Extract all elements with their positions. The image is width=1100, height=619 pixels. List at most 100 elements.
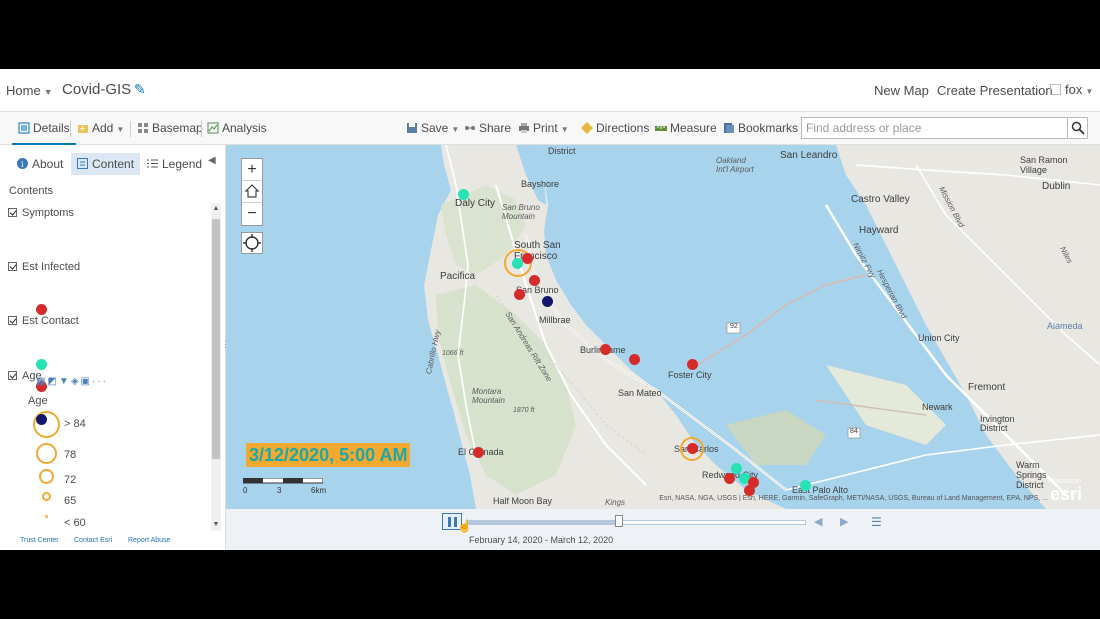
table-icon[interactable]: ▦ xyxy=(36,376,47,387)
divider xyxy=(130,121,131,137)
map-view[interactable]: 92 84 District Oakland Int'l Airport San… xyxy=(226,145,1100,509)
checkbox-icon[interactable] xyxy=(8,371,17,380)
tab-legend[interactable]: Legend xyxy=(141,153,208,175)
home-icon xyxy=(244,184,260,198)
analysis-label: Analysis xyxy=(222,121,267,135)
place-label: San Mateo xyxy=(618,388,662,398)
symptoms-point[interactable] xyxy=(629,354,640,365)
contact-swatch xyxy=(36,414,47,425)
symptoms-point[interactable] xyxy=(687,443,698,454)
analysis-button[interactable]: Analysis xyxy=(207,121,267,135)
tab-about[interactable]: i About xyxy=(11,153,69,175)
filter-icon[interactable]: ▼ xyxy=(59,376,71,387)
symptoms-point[interactable] xyxy=(529,275,540,286)
layer-symptoms[interactable]: Symptoms xyxy=(8,207,74,219)
svg-text:i: i xyxy=(21,160,24,169)
print-button[interactable]: Print ▼ xyxy=(518,121,569,135)
report-abuse-link[interactable]: Report Abuse xyxy=(128,537,170,544)
toolbar: Details + Add ▼ Basemap Analysis Save ▼ Sha… xyxy=(0,111,1100,145)
search-icon xyxy=(1071,121,1085,135)
age-class-label: 72 xyxy=(64,474,77,486)
home-menu[interactable]: Home ▼ xyxy=(6,83,53,98)
symptoms-point[interactable] xyxy=(600,344,611,355)
search-input[interactable]: Find address or place xyxy=(801,117,1068,139)
home-extent-button[interactable] xyxy=(242,181,262,203)
scroll-up-icon[interactable]: ▲ xyxy=(212,205,220,212)
popup-icon[interactable]: ▣ xyxy=(81,376,92,387)
symptoms-point[interactable] xyxy=(687,359,698,370)
next-step-icon[interactable]: ▶ xyxy=(840,515,848,528)
contact-esri-link[interactable]: Contact Esri xyxy=(74,537,112,544)
save-button[interactable]: Save ▼ xyxy=(406,121,459,135)
search-button[interactable] xyxy=(1067,117,1088,139)
layer-est-infected[interactable]: Est Infected xyxy=(8,261,80,273)
add-label: Add xyxy=(92,121,114,135)
scroll-down-icon[interactable]: ▼ xyxy=(212,521,220,528)
scale-label: 6km xyxy=(311,486,327,495)
more-icon[interactable]: ··· xyxy=(92,376,108,387)
top-header: Home ▼ Covid-GIS ✎ New Map Create Present… xyxy=(0,69,1100,111)
home-label: Home xyxy=(6,83,41,98)
checkbox-icon[interactable] xyxy=(8,208,17,217)
analysis-icon[interactable]: ◈ xyxy=(71,376,81,387)
layer-est-contact[interactable]: Est Contact xyxy=(8,315,79,327)
place-label: Millbrae xyxy=(539,315,571,325)
create-presentation-link[interactable]: Create Presentation xyxy=(937,83,1053,98)
style-icon[interactable]: ◩ xyxy=(47,376,58,387)
place-label: Dublin xyxy=(1042,181,1071,192)
place-label: Newark xyxy=(922,402,953,412)
details-button[interactable]: Details xyxy=(12,119,76,145)
route-label: 84 xyxy=(850,428,858,435)
share-label: Share xyxy=(479,121,512,135)
tab-content[interactable]: Content xyxy=(71,153,141,175)
chevron-down-icon: ▼ xyxy=(451,125,460,134)
details-icon xyxy=(18,122,30,134)
symptoms-point[interactable] xyxy=(724,473,735,484)
symptoms-point[interactable] xyxy=(473,447,484,458)
zoom-out-button[interactable]: − xyxy=(242,203,262,225)
time-slider-track[interactable] xyxy=(466,520,806,525)
directions-button[interactable]: Directions xyxy=(581,121,649,135)
time-settings-icon[interactable]: ☰ xyxy=(871,515,882,529)
locate-button[interactable] xyxy=(241,232,263,254)
content-icon xyxy=(77,158,88,169)
time-slider: ◀ ▶ ☰ February 14, 2020 - March 12, 2020… xyxy=(226,509,1100,550)
scroll-thumb[interactable] xyxy=(212,219,220,459)
layer-scrollbar[interactable]: ▲ ▼ xyxy=(211,203,221,531)
zoom-in-button[interactable]: + xyxy=(242,159,262,181)
checkbox-icon[interactable] xyxy=(8,262,17,271)
contact-point[interactable] xyxy=(542,296,553,307)
esri-logo[interactable]: POWERED BY esri xyxy=(1048,479,1092,505)
place-label: Hayward xyxy=(859,225,899,236)
age-class-label: < 60 xyxy=(64,517,86,529)
symptoms-point[interactable] xyxy=(522,253,533,264)
time-slider-thumb[interactable] xyxy=(615,515,623,527)
layer-name: Est Contact xyxy=(22,315,79,327)
age-ring-60 xyxy=(45,515,48,518)
infected-point[interactable] xyxy=(731,463,742,474)
infected-swatch xyxy=(36,359,47,370)
bookmarks-button[interactable]: Bookmarks xyxy=(723,121,798,135)
route-label: 92 xyxy=(730,323,738,330)
map-attribution[interactable]: Esri, NASA, NGA, USGS | Esri, HERE, Garm… xyxy=(659,495,1048,502)
measure-button[interactable]: Measure xyxy=(655,121,717,135)
divider xyxy=(70,121,71,137)
add-button[interactable]: + Add ▼ xyxy=(77,121,124,135)
infected-point[interactable] xyxy=(458,189,469,200)
app-frame: Home ▼ Covid-GIS ✎ New Map Create Present… xyxy=(0,69,1100,550)
share-button[interactable]: Share xyxy=(464,121,511,135)
place-label: Oakland Int'l Airport xyxy=(716,156,754,174)
age-ring-78 xyxy=(36,443,57,464)
edit-pencil-icon[interactable]: ✎ xyxy=(134,81,146,98)
infected-point[interactable] xyxy=(800,480,811,491)
user-menu[interactable]: fox ▼ xyxy=(1050,82,1093,97)
trust-center-link[interactable]: Trust Center xyxy=(20,537,59,544)
previous-step-icon[interactable]: ◀ xyxy=(814,515,822,528)
basemap-button[interactable]: Basemap xyxy=(137,121,203,135)
legend-icon xyxy=(147,159,158,168)
user-avatar-icon xyxy=(1050,84,1061,95)
symptoms-point[interactable] xyxy=(514,289,525,300)
collapse-panel-icon[interactable]: ◀ xyxy=(208,155,216,166)
checkbox-icon[interactable] xyxy=(8,316,17,325)
new-map-link[interactable]: New Map xyxy=(874,83,929,98)
